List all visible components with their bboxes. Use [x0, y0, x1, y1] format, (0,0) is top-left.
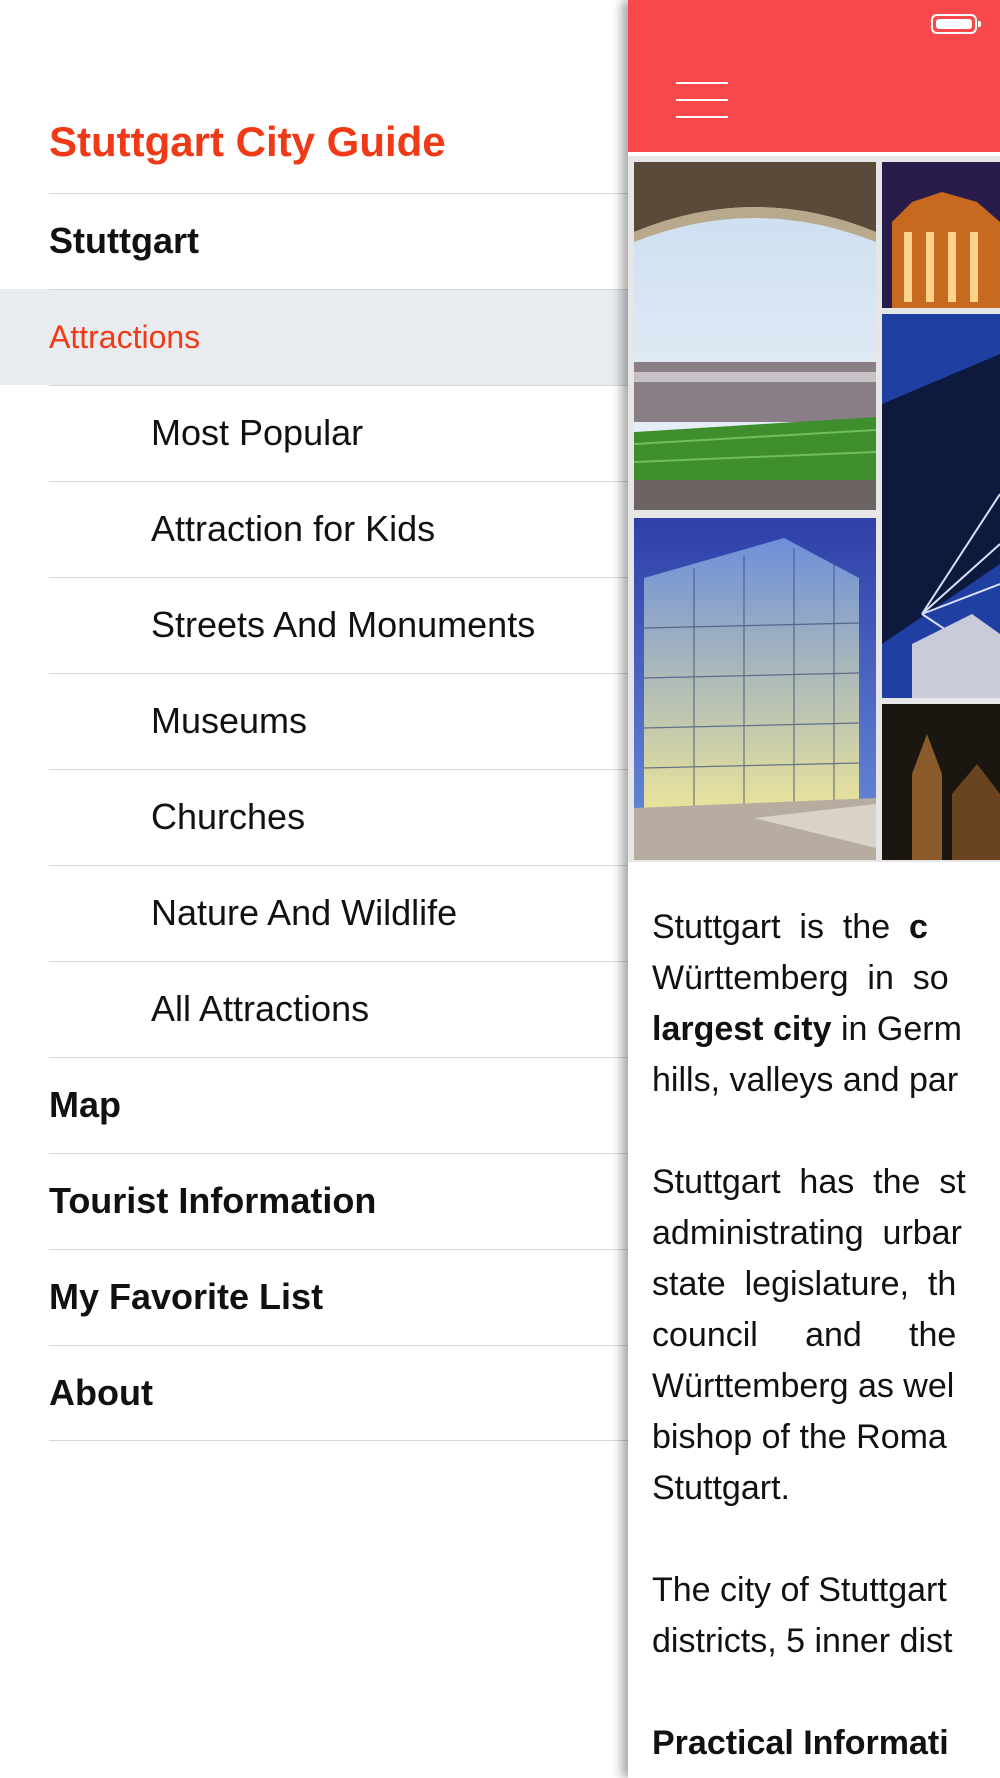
- menu-item-attraction-for-kids[interactable]: Attraction for Kids: [0, 481, 628, 577]
- menu-item-attractions[interactable]: Attractions: [0, 289, 628, 385]
- app-title: Stuttgart City Guide: [49, 118, 446, 165]
- menu-item-stuttgart[interactable]: Stuttgart: [0, 193, 628, 289]
- menu-item-streets-and-monuments[interactable]: Streets And Monuments: [0, 577, 628, 673]
- menu-item-label: Nature And Wildlife: [151, 892, 458, 933]
- glass-cube-photo: [634, 518, 876, 860]
- photo-collage: [628, 156, 1000, 862]
- text-line: state legislature, th: [652, 1259, 1000, 1310]
- menu-item-map[interactable]: Map: [0, 1057, 628, 1153]
- menu-item-label: Map: [49, 1084, 121, 1125]
- text-fragment: hills, valleys and par: [652, 1061, 959, 1099]
- text-line: Stuttgart has the st: [652, 1157, 1000, 1208]
- menu-item-museums[interactable]: Museums: [0, 673, 628, 769]
- text-fragment: c: [909, 908, 928, 946]
- menu-item-all-attractions[interactable]: All Attractions: [0, 961, 628, 1057]
- theater-night-photo: [882, 162, 1000, 308]
- menu-item-about[interactable]: About: [0, 1345, 628, 1441]
- text-line: administrating urbar: [652, 1208, 1000, 1259]
- text-fragment: Württemberg in so: [652, 959, 949, 997]
- text-line: hills, valleys and par: [652, 1055, 1000, 1106]
- menu-item-nature-and-wildlife[interactable]: Nature And Wildlife: [0, 865, 628, 961]
- modern-building-photo: [882, 314, 1000, 698]
- text-line: The city of Stuttgart: [652, 1565, 1000, 1616]
- text-fragment: The city of Stuttgart: [652, 1571, 947, 1609]
- text-fragment: state legislature, th: [652, 1265, 957, 1303]
- menu-item-my-favorite-list[interactable]: My Favorite List: [0, 1249, 628, 1345]
- menu-item-label: Tourist Information: [49, 1180, 377, 1221]
- church-night-photo: [882, 704, 1000, 860]
- text-line: Stuttgart.: [652, 1463, 1000, 1514]
- menu-item-label: My Favorite List: [49, 1276, 324, 1317]
- content-panel: Stuttgart is the c Württemberg in so large…: [628, 0, 1000, 1778]
- text-fragment: Stuttgart has the st: [652, 1163, 966, 1201]
- text-line: Württemberg in so: [652, 953, 1000, 1004]
- menu-item-most-popular[interactable]: Most Popular: [0, 385, 628, 481]
- text-fragment: Württemberg as wel: [652, 1367, 955, 1405]
- text-line: largest city in Germ: [652, 1004, 1000, 1055]
- menu-item-label: Museums: [151, 700, 308, 741]
- navigation-drawer: Stuttgart City Guide Stuttgart Attraction…: [0, 0, 628, 1778]
- menu-item-label: Attraction for Kids: [151, 508, 436, 549]
- menu-item-label: Streets And Monuments: [151, 604, 536, 645]
- menu-item-tourist-information[interactable]: Tourist Information: [0, 1153, 628, 1249]
- text-fragment: largest city: [652, 1010, 832, 1048]
- menu-item-label: About: [49, 1372, 153, 1413]
- menu-item-label: Stuttgart: [49, 220, 199, 261]
- battery-icon: [931, 14, 981, 34]
- menu-item-label: Most Popular: [151, 412, 364, 453]
- text-fragment: districts, 5 inner dist: [652, 1622, 953, 1660]
- menu-item-label: Attractions: [49, 318, 201, 355]
- text-fragment: Practical Informati: [652, 1724, 949, 1762]
- text-fragment: Stuttgart.: [652, 1469, 790, 1507]
- menu-item-label: All Attractions: [151, 988, 370, 1029]
- text-fragment: Stuttgart is the: [652, 908, 910, 946]
- text-line: districts, 5 inner dist: [652, 1616, 1000, 1667]
- hamburger-menu-icon[interactable]: [676, 82, 728, 118]
- text-line: Stuttgart is the c: [652, 902, 1000, 953]
- menu-item-label: Churches: [151, 796, 306, 837]
- drawer-menu: Stuttgart Attractions Most Popular Attracti…: [0, 193, 628, 1441]
- menu-item-churches[interactable]: Churches: [0, 769, 628, 865]
- stadium-photo: [634, 162, 876, 510]
- text-fragment: council and the: [652, 1316, 957, 1354]
- text-fragment: administrating urbar: [652, 1214, 962, 1252]
- text-fragment: bishop of the Roma: [652, 1418, 947, 1456]
- text-line: Württemberg as wel: [652, 1361, 1000, 1412]
- description-text: Stuttgart is the c Württemberg in so large…: [652, 902, 1000, 1769]
- text-line: council and the: [652, 1310, 1000, 1361]
- text-fragment: in Germ: [831, 1010, 962, 1048]
- text-line: Practical Informati: [652, 1718, 1000, 1769]
- text-line: bishop of the Roma: [652, 1412, 1000, 1463]
- top-bar: [628, 0, 1000, 152]
